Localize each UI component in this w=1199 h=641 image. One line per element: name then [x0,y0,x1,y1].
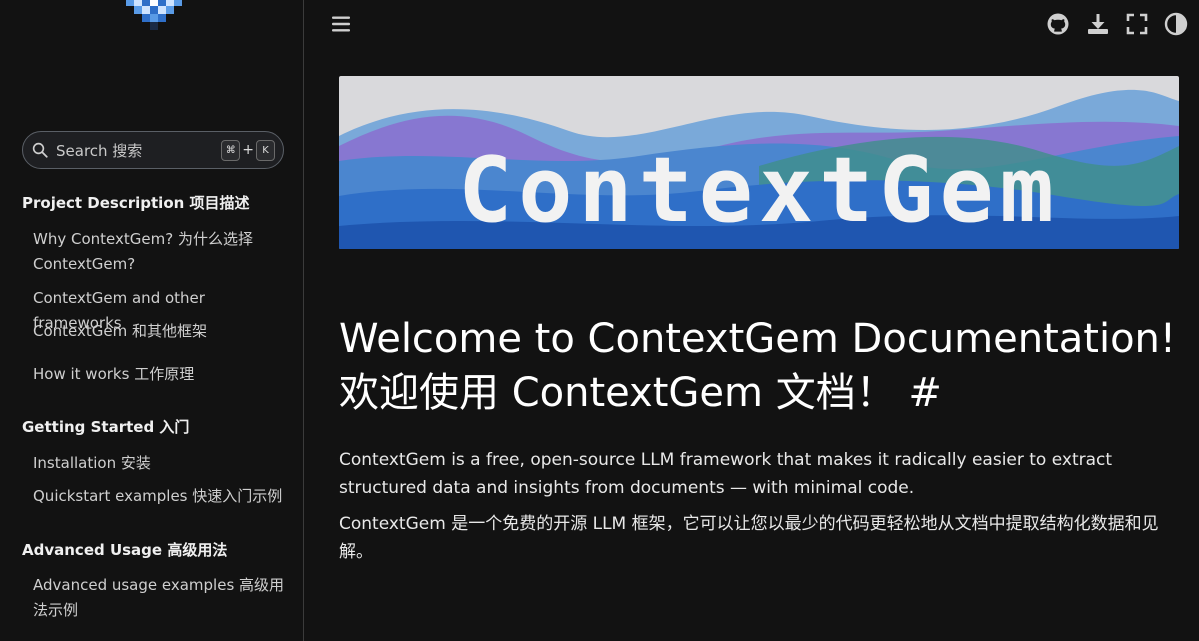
download-icon[interactable] [1086,12,1110,36]
docs-page: Search 搜索 ⌘ + K Project Description 项目描述… [0,0,1199,641]
nav-caption-advanced-usage: Advanced Usage 高级用法 [22,541,228,559]
heading-anchor-link[interactable]: # [908,370,942,416]
search-icon [32,142,48,158]
contextgem-banner: ContextGem [339,76,1179,249]
nav-link-installation[interactable]: Installation 安装 [33,451,288,476]
nav-link-why-contextgem[interactable]: Why ContextGem? 为什么选择 ContextGem? [33,227,288,277]
k-key-badge: K [256,139,275,161]
nav-caption-project-description: Project Description 项目描述 [22,194,250,212]
search-box[interactable]: Search 搜索 ⌘ + K [22,131,284,169]
command-key-badge: ⌘ [221,139,241,161]
banner-image: ContextGem [339,76,1179,249]
nav-link-quickstart-examples[interactable]: Quickstart examples 快速入门示例 [33,484,288,509]
page-title-text: Welcome to ContextGem Documentation! 欢迎使… [339,316,1176,416]
sidebar: Search 搜索 ⌘ + K Project Description 项目描述… [0,0,304,641]
main-content: ContextGem Welcome to ContextGem Documen… [304,0,1199,641]
logo-icon[interactable] [118,0,194,42]
nav-link-how-it-works[interactable]: How it works 工作原理 [33,362,288,387]
nav-link-advanced-usage-examples[interactable]: Advanced usage examples 高级用法示例 [33,573,288,623]
menu-icon[interactable] [329,12,353,36]
github-icon[interactable] [1046,12,1070,36]
search-placeholder: Search 搜索 [56,141,143,160]
theme-toggle-icon[interactable] [1164,12,1188,36]
nav-link-contextgem-and-other-frameworks-zh[interactable]: ContextGem 和其他框架 [33,319,288,344]
shortcut-plus: + [242,142,254,158]
intro-paragraph-en: ContextGem is a free, open-source LLM fr… [339,450,1113,498]
nav-caption-getting-started: Getting Started 入门 [22,418,190,436]
fullscreen-icon[interactable] [1125,12,1149,36]
banner-logo-text: ContextGem [458,138,1060,243]
intro-paragraph-zh: ContextGem 是一个免费的开源 LLM 框架，它可以让您以最少的代码更轻… [339,514,1159,562]
page-title: Welcome to ContextGem Documentation! 欢迎使… [339,312,1179,420]
